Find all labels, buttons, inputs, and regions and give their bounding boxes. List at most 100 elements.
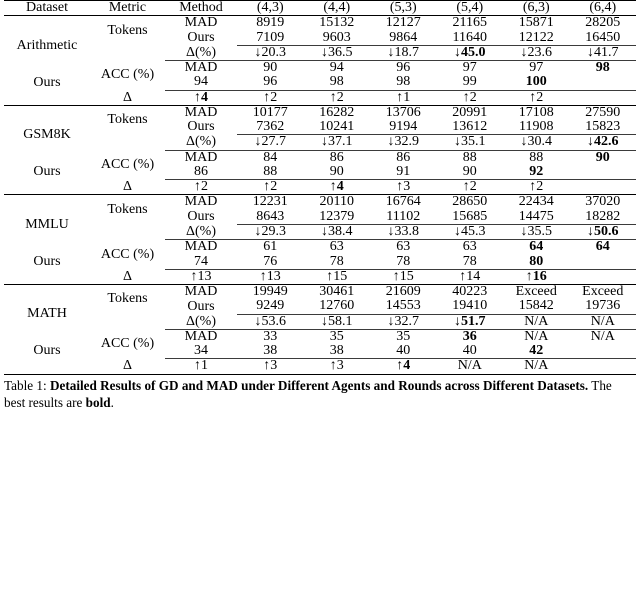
metric-spacer	[4, 359, 90, 374]
cell-ours-(4,3): 74	[194, 253, 208, 269]
cell-ours-(6,3): 11908	[519, 119, 554, 135]
cell-ours-(6,4): 80	[529, 253, 544, 269]
cell-mad-(6,4): 28205	[585, 15, 621, 31]
cell-mad-(6,3): 22434	[518, 194, 554, 210]
cell-mad-(4,4): 20110	[319, 194, 354, 210]
cell-ours-(4,3): 86	[194, 163, 208, 179]
down-arrow-icon: ↓	[520, 44, 528, 60]
cell-ours-(6,4): 15823	[585, 119, 621, 135]
cell-mad-(4,4): 30461	[319, 284, 355, 300]
method-label-delta: Δ(%)	[186, 313, 216, 329]
method-label-ours: Ours	[187, 208, 215, 224]
metric-spacer	[90, 135, 165, 150]
cell-ours-(5,3): 9864	[389, 29, 418, 45]
cell-delta-(5,4): ↑1	[396, 89, 411, 105]
table-row: ACC (%) MAD 90 94 96 97 97 98	[4, 60, 636, 82]
method-label-delta: Δ	[122, 268, 132, 284]
cell-delta-(5,4): ↑4	[396, 358, 411, 374]
cell-mad-(4,4): 63	[329, 239, 344, 255]
metric-spacer	[4, 270, 90, 285]
metric-label: ACC (%)	[100, 336, 155, 352]
cell-delta-(6,4): ↓41.7	[587, 44, 619, 60]
cell-delta-(4,4): ↑2	[263, 89, 278, 105]
table-row: MMLU Tokens MAD 12231 20110 16764 28650 22434 37…	[4, 194, 636, 232]
method-label-mad: MAD	[184, 60, 218, 76]
metric-spacer	[4, 91, 90, 106]
up-arrow-icon: ↑	[329, 89, 337, 105]
cell-delta-(4,3): ↓20.3	[254, 44, 287, 60]
cell-ours-(5,4): 91	[396, 163, 411, 179]
cell-ours-(4,4): 10241	[319, 119, 355, 135]
cell-delta-(6,4): ↑2	[529, 179, 544, 195]
cell-ours-(5,3): 98	[329, 74, 344, 90]
cell-mad-(5,3): 63	[396, 239, 411, 255]
up-arrow-icon: ↑	[259, 268, 267, 284]
cell-delta-(6,3): ↓23.6	[520, 44, 553, 60]
down-arrow-icon: ↓	[520, 134, 528, 150]
header-round-4: (5,4)	[456, 0, 484, 15]
cell-mad-(5,4): 40223	[452, 284, 488, 300]
header-method: Method	[179, 0, 223, 15]
cell-mad-(5,3): 21609	[385, 284, 421, 300]
up-arrow-icon: ↑	[396, 358, 404, 374]
cell-delta-(6,3): ↓35.5	[520, 223, 553, 239]
metric-label: Tokens	[107, 22, 148, 38]
metric-label: ACC (%)	[100, 246, 155, 262]
cell-mad-(6,3): N/A	[524, 328, 549, 344]
down-arrow-icon: ↓	[321, 223, 328, 239]
cell-ours-(4,4): 12379	[319, 208, 355, 224]
cell-ours-(6,3): 78	[462, 253, 477, 269]
cell-mad-(4,3): 84	[263, 149, 278, 165]
cell-delta-(5,4): ↓45.0	[454, 44, 486, 60]
table-caption: Table 1: Detailed Results of GD and MAD …	[4, 378, 636, 412]
header-round-5: (6,3)	[522, 0, 550, 15]
metric-label: Tokens	[107, 291, 148, 307]
down-arrow-icon: ↓	[321, 313, 328, 329]
method-label-mad: MAD	[184, 104, 218, 120]
cell-mad-(6,3): 97	[529, 60, 544, 76]
cell-delta-(5,3): ↓32.9	[387, 134, 420, 150]
up-arrow-icon: ↑	[194, 179, 201, 195]
metric-spacer	[90, 225, 165, 240]
down-arrow-icon: ↓	[254, 223, 262, 239]
up-arrow-icon: ↑	[392, 268, 400, 284]
cell-ours-(5,4): 11640	[452, 29, 487, 45]
method-label-delta: Δ(%)	[186, 223, 216, 239]
cell-delta-(4,4): ↓36.5	[321, 44, 353, 60]
cell-delta-(5,4): ↓51.7	[454, 313, 486, 329]
metric-label: Tokens	[107, 201, 148, 217]
table-row: ACC (%) MAD 61 63 63 63 64 64	[4, 239, 636, 261]
cell-ours-(4,3): 94	[194, 74, 208, 90]
cell-delta-(5,3): ↑4	[329, 179, 344, 195]
method-label-delta: Δ	[122, 179, 132, 195]
cell-mad-(6,3): 64	[529, 239, 544, 255]
cell-mad-(4,3): 10177	[252, 104, 288, 120]
cell-delta-(4,3): ↓29.3	[254, 223, 287, 239]
dataset-label-arithmetic: Arithmetic	[16, 37, 78, 53]
cell-ours-(5,3): 9194	[389, 119, 418, 135]
up-arrow-icon: ↑	[263, 89, 271, 105]
up-arrow-icon: ↑	[462, 179, 470, 195]
cell-ours-(6,3): 99	[462, 74, 477, 90]
cell-mad-(6,3): 15871	[518, 15, 554, 31]
down-arrow-icon: ↓	[587, 134, 594, 150]
up-arrow-icon: ↑	[396, 89, 404, 105]
table-row: ACC (%) MAD 33 35 35 36 N/A N/A	[4, 328, 636, 351]
cell-ours-(5,4): 13612	[452, 119, 488, 135]
method-label-mad: MAD	[184, 239, 218, 255]
cell-mad-(4,4): 94	[329, 60, 344, 76]
table-header-row: Dataset Metric Method (4,3) (4,4) (5,3) (5,4) (…	[4, 0, 636, 16]
cell-mad-(6,4): N/A	[590, 328, 615, 344]
cell-ours-(6,4): 42	[529, 343, 544, 359]
table-row: MATH Tokens MAD 19949 30461 21609 40223 Exceed E…	[4, 284, 636, 321]
cell-delta-(5,4): ↓45.3	[454, 223, 486, 239]
metric-spacer	[90, 315, 165, 330]
caption-note-suffix: .	[110, 394, 114, 410]
cell-mad-(5,4): 36	[462, 328, 477, 344]
metric-spacer	[4, 180, 90, 195]
up-arrow-icon: ↑	[263, 358, 271, 374]
down-arrow-icon: ↓	[454, 223, 461, 239]
cell-ours-(5,4): 40	[396, 343, 411, 359]
table-row: Δ ↑2 ↑2 ↑4 ↑3 ↑2 ↑2	[4, 180, 636, 195]
caption-label: Table 1:	[4, 377, 50, 393]
